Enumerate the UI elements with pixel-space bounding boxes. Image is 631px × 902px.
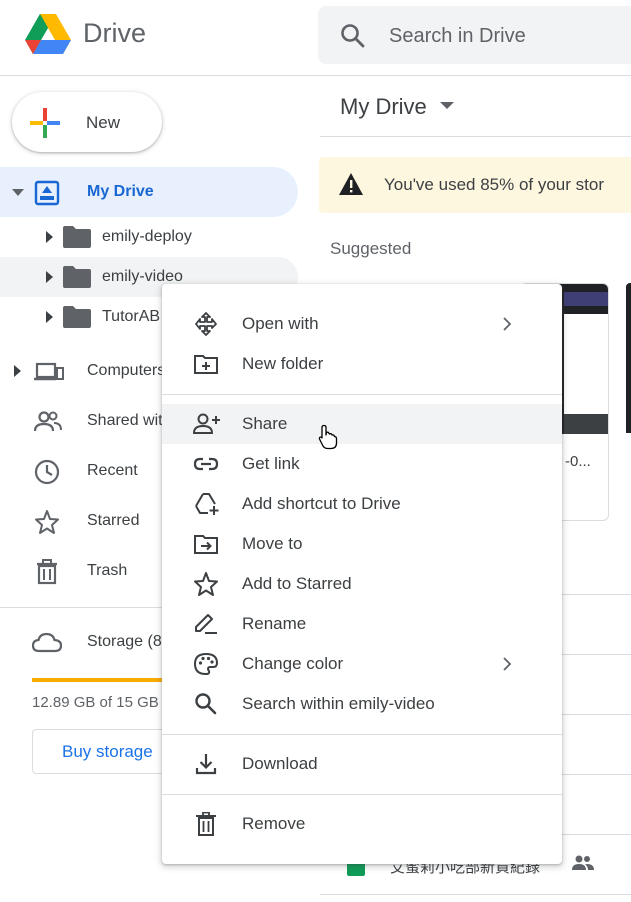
thumbnail-content <box>564 314 608 414</box>
computers-icon <box>34 359 64 385</box>
menu-item-label: Rename <box>242 614 307 633</box>
chevron-down-icon[interactable] <box>440 102 454 110</box>
list-divider <box>320 894 631 895</box>
menu-separator <box>162 794 562 795</box>
menu-item-open-with[interactable]: Open with <box>162 304 562 344</box>
share-person-add-icon <box>193 412 220 436</box>
storage-progress-fill <box>32 678 179 682</box>
warning-icon <box>339 173 363 195</box>
menu-item-label: Add shortcut to Drive <box>242 494 401 513</box>
menu-item-share[interactable]: Share <box>162 404 562 444</box>
menu-item-move-to[interactable]: Move to <box>162 524 562 564</box>
new-folder-icon <box>193 352 219 376</box>
link-icon <box>193 452 219 476</box>
shared-people-icon <box>572 855 594 871</box>
chevron-right-icon <box>502 316 512 332</box>
open-with-icon <box>193 312 219 336</box>
sidebar-item-label: Trash <box>87 562 128 579</box>
new-button-label: New <box>86 113 121 132</box>
download-icon <box>193 752 219 776</box>
expand-arrow-icon[interactable] <box>44 271 54 283</box>
folder-icon <box>63 266 91 288</box>
menu-item-label: Remove <box>242 814 306 833</box>
sidebar-item-label: Starred <box>87 512 140 529</box>
expand-arrow-icon[interactable] <box>12 365 24 377</box>
folder-icon <box>63 226 91 248</box>
suggested-file-title: -0... <box>565 453 591 470</box>
menu-item-add-to-starred[interactable]: Add to Starred <box>162 564 562 604</box>
menu-item-label: Open with <box>242 314 319 333</box>
thumbnail-toolbar <box>564 414 608 434</box>
menu-separator <box>162 734 562 735</box>
storage-usage-text: 12.89 GB of 15 GB <box>32 694 159 711</box>
search-input[interactable]: Search in Drive <box>389 25 526 48</box>
menu-item-search-within[interactable]: Search within emily-video <box>162 684 562 724</box>
expand-arrow-icon[interactable] <box>44 311 54 323</box>
menu-item-add-shortcut[interactable]: Add shortcut to Drive <box>162 484 562 524</box>
hand-pointer-cursor-icon <box>318 424 338 450</box>
sidebar-item-label: Recent <box>87 462 138 479</box>
rename-pencil-icon <box>193 612 219 636</box>
menu-item-label: Search within emily-video <box>242 694 435 713</box>
search-icon <box>193 692 219 716</box>
drive-logo[interactable] <box>24 12 72 56</box>
trash-icon <box>193 812 219 836</box>
folder-tree-item[interactable]: emily-deploy <box>0 217 298 257</box>
add-shortcut-icon <box>193 492 219 516</box>
palette-icon <box>193 652 219 676</box>
new-button[interactable]: New <box>12 92 162 152</box>
expand-arrow-icon[interactable] <box>44 231 54 243</box>
folder-label: emily-deploy <box>102 228 192 245</box>
context-menu: Open with New folder Share Get link Add … <box>162 284 562 864</box>
suggested-heading: Suggested <box>330 239 412 258</box>
page-title[interactable]: My Drive <box>340 94 427 120</box>
main-divider <box>320 136 631 137</box>
menu-item-download[interactable]: Download <box>162 744 562 784</box>
star-icon <box>34 509 60 535</box>
menu-item-label: Download <box>242 754 318 773</box>
app-title: Drive <box>83 18 147 48</box>
folder-icon <box>63 306 91 328</box>
menu-item-remove[interactable]: Remove <box>162 804 562 844</box>
star-icon <box>193 572 219 596</box>
search-icon[interactable] <box>340 23 366 49</box>
menu-item-label: Share <box>242 414 288 433</box>
menu-separator <box>162 394 562 395</box>
buy-storage-label: Buy storage <box>62 742 153 761</box>
search-bar[interactable]: Search in Drive <box>318 6 631 64</box>
storage-warning-text: You've used 85% of your stor <box>384 175 604 194</box>
menu-item-label: Get link <box>242 454 300 473</box>
expand-arrow-icon[interactable] <box>12 186 24 198</box>
trash-icon <box>34 559 60 585</box>
clock-icon <box>34 459 60 485</box>
sidebar-item-label: Shared wit <box>87 412 163 429</box>
move-to-icon <box>193 532 219 556</box>
menu-item-rename[interactable]: Rename <box>162 604 562 644</box>
header-divider <box>0 75 631 76</box>
storage-warning-banner: You've used 85% of your stor <box>319 157 631 213</box>
thumbnail-header <box>564 292 608 306</box>
menu-item-label: Change color <box>242 654 344 673</box>
menu-item-label: New folder <box>242 354 324 373</box>
menu-item-new-folder[interactable]: New folder <box>162 344 562 384</box>
menu-item-label: Move to <box>242 534 303 553</box>
people-icon <box>34 409 62 435</box>
menu-item-label: Add to Starred <box>242 574 352 593</box>
plus-icon <box>30 108 60 138</box>
my-drive-icon <box>34 180 60 206</box>
cloud-icon <box>32 630 62 656</box>
sidebar-item-label: Computers <box>87 362 166 379</box>
folder-label: TutorAB <box>102 308 161 325</box>
sidebar-item-label: My Drive <box>87 183 154 200</box>
chevron-right-icon <box>502 656 512 672</box>
sidebar-item-my-drive[interactable]: My Drive <box>0 167 298 217</box>
menu-item-get-link[interactable]: Get link <box>162 444 562 484</box>
sidebar-item-label: Storage (8 <box>87 633 162 650</box>
menu-item-change-color[interactable]: Change color <box>162 644 562 684</box>
suggested-file-card-partial[interactable] <box>626 283 631 433</box>
